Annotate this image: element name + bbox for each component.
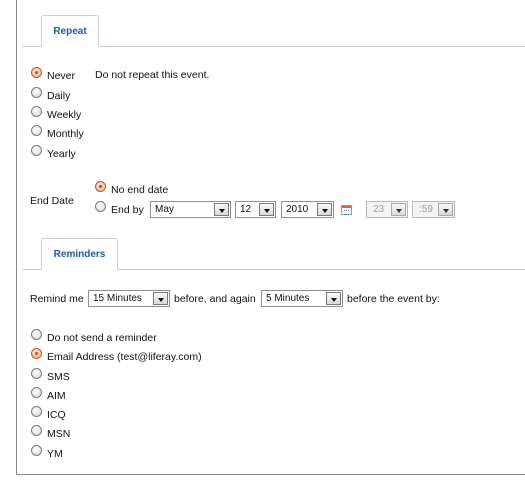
radio-repeat-weekly[interactable] bbox=[31, 106, 42, 117]
no-reminder-label: Do not send a reminder bbox=[47, 332, 157, 344]
radio-icq-reminder[interactable] bbox=[31, 406, 42, 417]
no-end-date-label: No end date bbox=[111, 184, 169, 196]
radio-aim-reminder[interactable] bbox=[31, 387, 42, 398]
end-by-label: End by bbox=[111, 204, 144, 216]
end-minute-select[interactable]: :59 bbox=[412, 201, 455, 218]
aim-reminder-label: AIM bbox=[47, 390, 66, 402]
end-year-select[interactable]: 2010 bbox=[281, 201, 334, 218]
first-reminder-select[interactable]: 15 Minutes bbox=[88, 290, 170, 307]
end-month-value: May bbox=[155, 204, 174, 215]
ym-reminder-label: YM bbox=[47, 448, 63, 460]
tab-repeat[interactable]: Repeat bbox=[41, 15, 99, 47]
end-day-select[interactable]: 12 bbox=[235, 201, 276, 218]
sms-reminder-label: SMS bbox=[47, 371, 70, 383]
radio-repeat-daily[interactable] bbox=[31, 87, 42, 98]
repeat-description: Do not repeat this event. bbox=[95, 69, 210, 81]
end-date-label: End Date bbox=[30, 195, 74, 207]
chevron-down-icon[interactable] bbox=[259, 203, 274, 216]
icq-reminder-label: ICQ bbox=[47, 409, 66, 421]
radio-sms-reminder[interactable] bbox=[31, 368, 42, 379]
calendar-icon[interactable] bbox=[341, 205, 352, 215]
first-reminder-value: 15 Minutes bbox=[93, 293, 142, 304]
chevron-down-icon[interactable] bbox=[153, 292, 168, 305]
radio-repeat-yearly[interactable] bbox=[31, 145, 42, 156]
remind-me-label: Remind me bbox=[30, 293, 84, 305]
repeat-yearly-label: Yearly bbox=[47, 148, 76, 160]
radio-email-reminder[interactable] bbox=[31, 348, 42, 359]
tab-reminders[interactable]: Reminders bbox=[41, 238, 118, 270]
radio-repeat-never[interactable] bbox=[31, 67, 42, 78]
radio-no-reminder[interactable] bbox=[31, 329, 42, 340]
chevron-down-icon[interactable] bbox=[391, 203, 406, 216]
before-event-label: before the event by: bbox=[347, 293, 440, 305]
second-reminder-value: 5 Minutes bbox=[266, 293, 310, 304]
email-reminder-label: Email Address (test@liferay.com) bbox=[47, 351, 202, 363]
radio-ym-reminder[interactable] bbox=[31, 445, 42, 456]
radio-repeat-monthly[interactable] bbox=[31, 125, 42, 136]
chevron-down-icon[interactable] bbox=[214, 203, 229, 216]
end-year-value: 2010 bbox=[286, 204, 309, 215]
tab-repeat-label: Repeat bbox=[53, 25, 87, 37]
repeat-daily-label: Daily bbox=[47, 90, 71, 102]
repeat-never-label: Never bbox=[47, 70, 76, 82]
radio-msn-reminder[interactable] bbox=[31, 425, 42, 436]
radio-no-end-date[interactable] bbox=[95, 181, 106, 192]
chevron-down-icon[interactable] bbox=[326, 292, 341, 305]
tab-reminders-label: Reminders bbox=[53, 248, 106, 260]
msn-reminder-label: MSN bbox=[47, 428, 71, 440]
radio-end-by[interactable] bbox=[95, 201, 106, 212]
end-month-select[interactable]: May bbox=[150, 201, 231, 218]
before-and-again-label: before, and again bbox=[174, 293, 256, 305]
second-reminder-select[interactable]: 5 Minutes bbox=[261, 290, 343, 307]
end-minute-value: :59 bbox=[419, 204, 433, 215]
chevron-down-icon[interactable] bbox=[317, 203, 332, 216]
repeat-weekly-label: Weekly bbox=[47, 109, 82, 121]
chevron-down-icon[interactable] bbox=[438, 203, 453, 216]
end-day-value: 12 bbox=[240, 204, 252, 215]
end-hour-select[interactable]: 23 bbox=[366, 201, 408, 218]
end-hour-value: 23 bbox=[373, 204, 385, 215]
repeat-monthly-label: Monthly bbox=[47, 128, 84, 140]
